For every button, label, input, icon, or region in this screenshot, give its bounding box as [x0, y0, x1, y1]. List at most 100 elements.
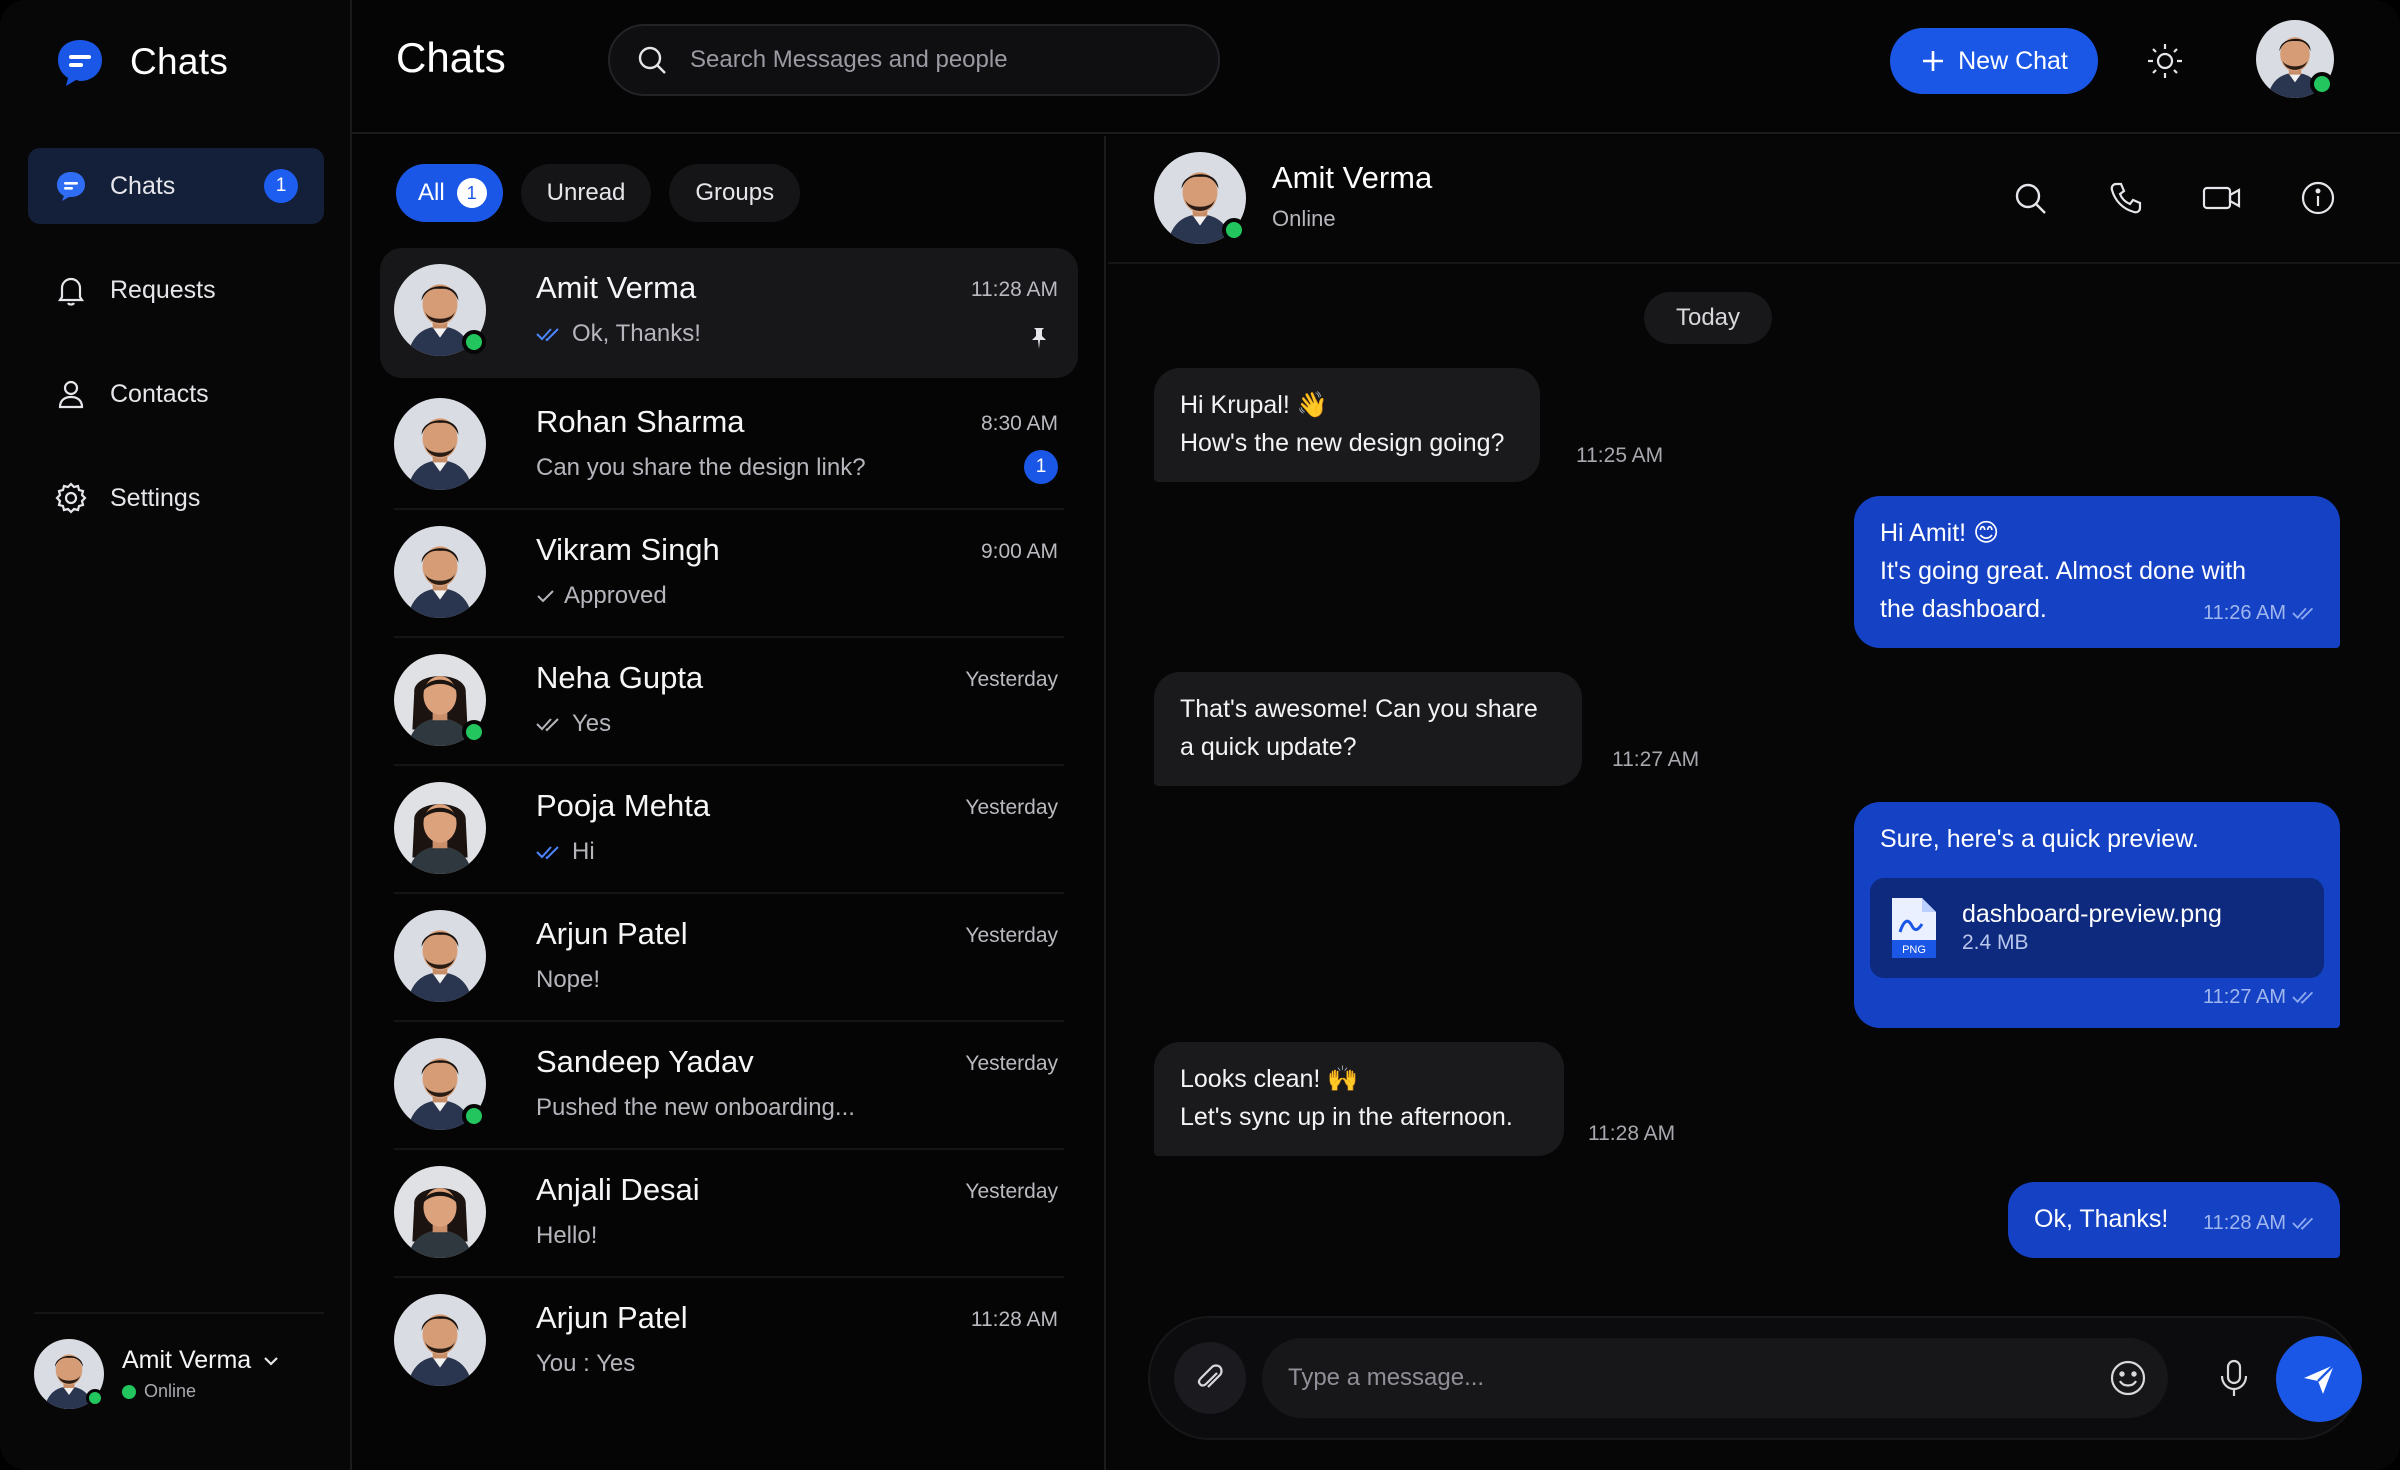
- info-button[interactable]: [2298, 178, 2338, 218]
- chat-name: Rohan Sharma: [536, 404, 745, 439]
- online-indicator: [462, 1104, 486, 1128]
- filter-groups[interactable]: Groups: [669, 164, 801, 222]
- message-input[interactable]: [1288, 1364, 2068, 1392]
- send-button[interactable]: [2276, 1336, 2362, 1422]
- sidebar-item-chats[interactable]: Chats 1: [28, 148, 324, 224]
- gear-icon: [55, 482, 87, 514]
- new-chat-button[interactable]: New Chat: [1890, 28, 2098, 94]
- contact-name: Amit Verma: [1272, 160, 1433, 195]
- chat-name: Arjun Patel: [536, 1300, 688, 1335]
- sidebar-item-label: Chats: [110, 171, 176, 200]
- filter-label: Groups: [695, 179, 775, 206]
- chat-row[interactable]: Rohan Sharma 8:30 AM Can you share the d…: [380, 382, 1078, 510]
- sidebar-item-label: Contacts: [110, 379, 209, 408]
- avatar: [394, 1166, 486, 1258]
- avatar: [394, 264, 486, 356]
- read-ticks-icon: [536, 844, 564, 860]
- bell-icon: [57, 277, 85, 306]
- search-input[interactable]: [690, 46, 1218, 74]
- message-bubble-incoming[interactable]: That's awesome! Can you share a quick up…: [1154, 672, 1582, 786]
- sidebar-item-requests[interactable]: Requests: [28, 252, 324, 328]
- chat-row[interactable]: Pooja Mehta Yesterday Hi: [380, 766, 1078, 894]
- chat-row[interactable]: Anjali Desai Yesterday Hello!: [380, 1150, 1078, 1278]
- chat-name: Arjun Patel: [536, 916, 688, 951]
- microphone-icon: [2220, 1359, 2248, 1396]
- chat-list: Amit Verma 11:28 AM Ok, Thanks! Rohan Sh…: [380, 248, 1078, 1406]
- filter-all[interactable]: All 1: [396, 164, 503, 222]
- chat-row[interactable]: Vikram Singh 9:00 AM Approved: [380, 510, 1078, 638]
- online-indicator: [1222, 218, 1246, 242]
- chat-row[interactable]: Sandeep Yadav Yesterday Pushed the new o…: [380, 1022, 1078, 1150]
- attach-button[interactable]: [1174, 1342, 1246, 1414]
- online-indicator: [462, 330, 486, 354]
- message-text: a quick update?: [1180, 733, 1357, 761]
- contact-avatar[interactable]: [1154, 152, 1246, 244]
- read-ticks-icon: [2292, 1215, 2318, 1231]
- sidebar-item-label: Settings: [110, 483, 201, 512]
- message-bubble-incoming[interactable]: Hi Krupal! 👋 How's the new design going?: [1154, 368, 1540, 482]
- app-window: Chats Chats 1 Requests Contacts Settings…: [0, 0, 2400, 1470]
- chat-name: Vikram Singh: [536, 532, 720, 567]
- filter-unread[interactable]: Unread: [520, 164, 652, 222]
- filter-label: Unread: [546, 179, 626, 206]
- message-time: 11:25 AM: [1576, 444, 1664, 467]
- chat-row[interactable]: Arjun Patel Yesterday Nope!: [380, 894, 1078, 1022]
- voice-call-button[interactable]: [2106, 178, 2146, 218]
- chevron-down-icon[interactable]: [261, 1351, 281, 1371]
- message-bubble-outgoing[interactable]: Sure, here's a quick preview. PNG dashbo…: [1854, 802, 2340, 1028]
- avatar: [394, 910, 486, 1002]
- info-icon: [2301, 181, 2335, 215]
- sidebar-item-settings[interactable]: Settings: [28, 460, 324, 536]
- chat-preview: Can you share the design link?: [536, 454, 866, 481]
- image-file-icon: PNG: [1892, 898, 1936, 958]
- file-name: dashboard-preview.png: [1962, 900, 2222, 928]
- message-field: [1262, 1338, 2168, 1418]
- chat-preview: Nope!: [536, 966, 601, 993]
- message-bubble-outgoing[interactable]: Hi Amit! 😊 It's going great. Almost done…: [1854, 496, 2340, 648]
- avatar: [394, 1294, 486, 1386]
- voice-record-button[interactable]: [2212, 1356, 2256, 1400]
- chat-time: Yesterday: [965, 796, 1058, 819]
- message-time: 11:28 AM: [1588, 1122, 1676, 1145]
- current-user-name: Amit Verma: [122, 1346, 252, 1374]
- search-in-chat-button[interactable]: [2010, 178, 2050, 218]
- message-text: Hi Krupal! 👋: [1180, 391, 1328, 419]
- chat-list-pane: All 1 Unread Groups Amit Verma 11:28 AM …: [352, 136, 1106, 1470]
- chat-preview: You : Yes: [536, 1350, 636, 1377]
- chat-row[interactable]: Arjun Patel 11:28 AM You : Yes: [380, 1278, 1078, 1406]
- message-text: Sure, here's a quick preview.: [1880, 825, 2199, 853]
- smiley-icon: [2110, 1360, 2146, 1396]
- online-indicator: [86, 1389, 104, 1407]
- current-user-card[interactable]: Amit Verma Online: [34, 1312, 324, 1412]
- theme-toggle[interactable]: [2142, 38, 2188, 84]
- delivered-ticks-icon: [536, 716, 564, 732]
- avatar: [394, 782, 486, 874]
- profile-avatar[interactable]: [2256, 20, 2334, 98]
- sidebar-item-label: Requests: [110, 275, 216, 304]
- message-bubble-outgoing[interactable]: Ok, Thanks! 11:28 AM: [2008, 1182, 2340, 1258]
- chat-name: Neha Gupta: [536, 660, 704, 695]
- chat-time: 9:00 AM: [980, 540, 1058, 563]
- chat-name: Sandeep Yadav: [536, 1044, 754, 1079]
- video-call-button[interactable]: [2202, 178, 2242, 218]
- chat-preview: Yes: [572, 710, 612, 737]
- unread-badge: 1: [1024, 450, 1058, 484]
- avatar: [394, 1038, 486, 1130]
- message-text: How's the new design going?: [1180, 429, 1505, 457]
- phone-icon: [2110, 182, 2142, 214]
- new-chat-label: New Chat: [1958, 46, 2068, 75]
- message-text: Hi Amit! 😊: [1880, 519, 2000, 547]
- sidebar-item-contacts[interactable]: Contacts: [28, 356, 324, 432]
- emoji-button[interactable]: [2106, 1356, 2150, 1400]
- message-time: 11:27 AM: [1612, 748, 1700, 771]
- file-attachment[interactable]: PNG dashboard-preview.png 2.4 MB: [1870, 878, 2324, 978]
- chat-name: Pooja Mehta: [536, 788, 711, 823]
- contact-status: Online: [1272, 206, 1336, 231]
- message-bubble-incoming[interactable]: Looks clean! 🙌 Let's sync up in the afte…: [1154, 1042, 1564, 1156]
- online-dot: [122, 1384, 136, 1399]
- chat-time: 11:28 AM: [970, 1308, 1058, 1331]
- chat-row[interactable]: Amit Verma 11:28 AM Ok, Thanks!: [380, 248, 1078, 378]
- chat-row[interactable]: Neha Gupta Yesterday Yes: [380, 638, 1078, 766]
- unread-badge: 1: [264, 169, 298, 203]
- search-bar[interactable]: [608, 24, 1220, 96]
